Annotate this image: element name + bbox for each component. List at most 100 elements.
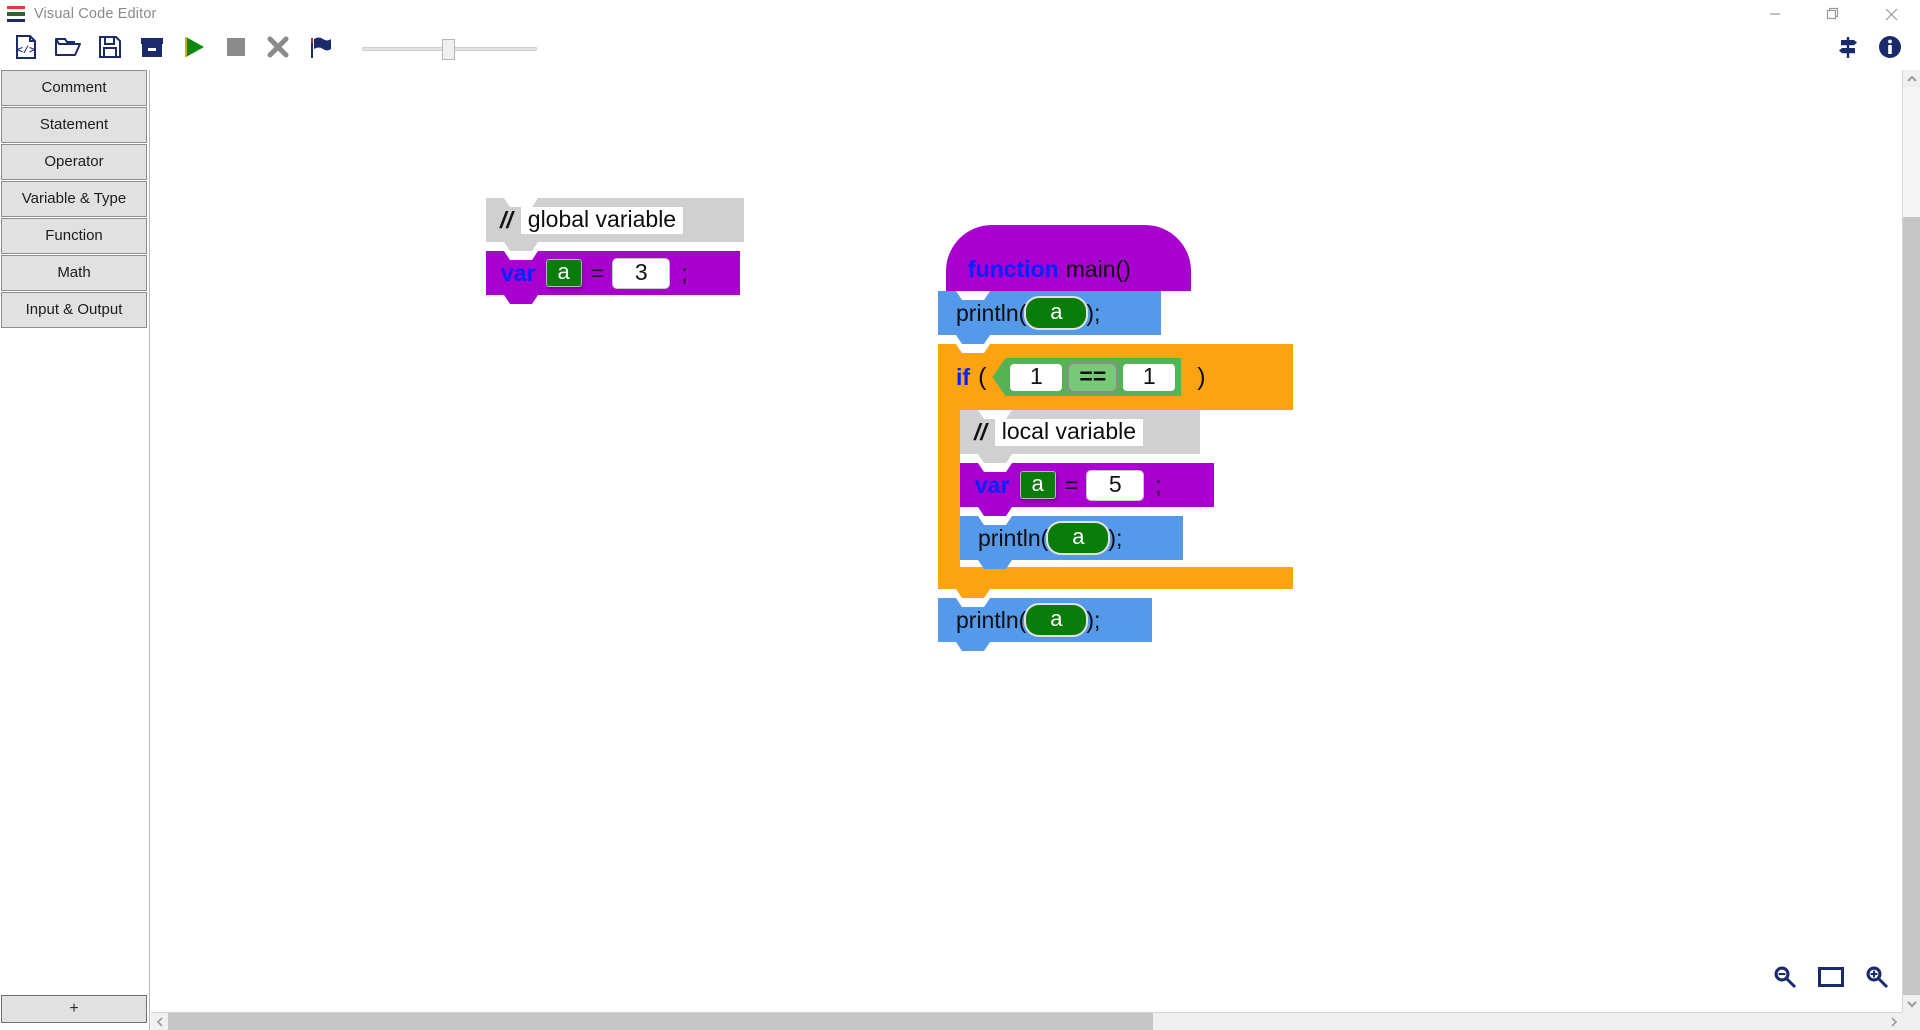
settings-button[interactable] (1828, 29, 1868, 69)
comparison-block[interactable]: 1 == 1 (992, 358, 1182, 396)
horizontal-scrollbar[interactable] (151, 1012, 1902, 1030)
info-button[interactable] (1870, 29, 1910, 69)
println-block-1[interactable]: println( a ); (938, 291, 1161, 344)
println-argument[interactable]: a (1026, 298, 1087, 328)
comment-text-input[interactable]: local variable (994, 418, 1144, 446)
println-suffix: ); (1086, 606, 1101, 633)
open-file-button[interactable] (48, 29, 88, 69)
println-suffix: ); (1108, 524, 1123, 551)
variable-declaration-block-global[interactable]: var a = 3 ; (486, 251, 740, 304)
signpost-settings-icon (1834, 33, 1862, 66)
flag-icon (307, 34, 333, 65)
zoom-controls (1770, 964, 1892, 994)
speed-slider[interactable] (362, 38, 537, 60)
clear-button[interactable] (258, 29, 298, 69)
if-open-paren: ( (978, 362, 987, 391)
scroll-left-button[interactable] (151, 1013, 168, 1030)
if-header[interactable]: if ( 1 == 1 ) (938, 344, 1293, 410)
sidebar-item-comment[interactable]: Comment (1, 70, 147, 106)
flag-button[interactable] (300, 29, 340, 69)
block-canvas[interactable]: // global variable var a = 3 ; function … (151, 70, 1920, 1030)
code-file-icon: </> (13, 34, 39, 65)
comment-text-input[interactable]: global variable (520, 206, 684, 234)
restore-button[interactable] (1804, 0, 1862, 28)
stop-button[interactable] (216, 29, 256, 69)
if-close-paren: ) (1197, 362, 1206, 391)
variable-declaration-block-local[interactable]: var a = 5 ; (960, 463, 1214, 516)
magnifier-minus-icon (1771, 963, 1799, 996)
svg-text:</>: </> (17, 45, 35, 57)
sidebar-item-input-output[interactable]: Input & Output (1, 292, 147, 328)
archive-box-icon (139, 34, 165, 65)
window-title: Visual Code Editor (34, 6, 157, 22)
assign-operator: = (590, 259, 605, 286)
var-value-input[interactable]: 5 (1087, 470, 1144, 500)
main-toolbar: </> (0, 28, 1920, 70)
comparison-left-input[interactable]: 1 (1010, 363, 1063, 391)
if-body-spine (938, 410, 960, 589)
sidebar-item-variable-type[interactable]: Variable & Type (1, 181, 147, 217)
function-name-field[interactable]: main() (1059, 256, 1131, 283)
magnifier-plus-icon (1863, 963, 1891, 996)
block-notch (956, 589, 990, 598)
archive-button[interactable] (132, 29, 172, 69)
info-circle-icon (1877, 34, 1903, 65)
sidebar-item-function[interactable]: Function (1, 218, 147, 254)
var-name-field[interactable]: a (1019, 471, 1056, 499)
println-argument[interactable]: a (1026, 605, 1087, 635)
zoom-in-button[interactable] (1862, 964, 1892, 994)
function-header-block[interactable]: function main() (946, 225, 1191, 300)
block-notch (504, 242, 538, 251)
statement-terminator: ; (681, 259, 688, 286)
comparison-right-input[interactable]: 1 (1123, 363, 1176, 391)
zoom-out-button[interactable] (1770, 964, 1800, 994)
vertical-scroll-thumb[interactable] (1903, 87, 1920, 217)
sidebar-item-operator[interactable]: Operator (1, 144, 147, 180)
var-keyword: var (975, 471, 1010, 498)
block-notch (978, 507, 1012, 516)
new-file-button[interactable]: </> (6, 29, 46, 69)
println-block-2[interactable]: println( a ); (938, 598, 1152, 651)
fit-to-screen-button[interactable] (1816, 964, 1846, 994)
if-footer (938, 567, 1293, 598)
println-prefix: println( (956, 606, 1027, 633)
if-body[interactable]: // local variable var a = 5 ; println(a… (960, 410, 1214, 569)
scroll-right-button[interactable] (1885, 1013, 1902, 1030)
add-category-button[interactable]: + (1, 995, 147, 1023)
slider-thumb[interactable] (442, 39, 455, 60)
var-value-input[interactable]: 3 (613, 258, 670, 288)
assign-operator: = (1064, 471, 1079, 498)
block-notch (956, 642, 990, 651)
println-block-inner[interactable]: println( a ); (960, 516, 1183, 569)
block-notch (504, 295, 538, 304)
println-prefix: println( (978, 524, 1049, 551)
var-name-field[interactable]: a (545, 259, 582, 287)
comment-block-global[interactable]: // global variable (486, 198, 744, 251)
window-title-bar: Visual Code Editor (0, 0, 1920, 28)
function-keyword: function (968, 256, 1059, 282)
close-button[interactable] (1862, 0, 1920, 28)
if-keyword: if (956, 363, 971, 390)
main-function-group[interactable]: function main() println( a ); if (1 == … (938, 225, 1293, 651)
horizontal-scroll-thumb[interactable] (168, 1013, 1153, 1030)
if-block[interactable]: if ( 1 == 1 ) // local variable var a = … (938, 344, 1293, 598)
window-controls (1746, 0, 1920, 28)
println-prefix: println( (956, 299, 1027, 326)
global-variable-group[interactable]: // global variable var a = 3 ; (486, 198, 744, 304)
vertical-scroll-track[interactable] (1903, 217, 1920, 995)
vertical-scrollbar[interactable] (1902, 70, 1920, 1012)
minimize-button[interactable] (1746, 0, 1804, 28)
open-folder-icon (54, 34, 82, 65)
comparison-operator[interactable]: == (1069, 363, 1117, 391)
block-canvas-container[interactable]: // global variable var a = 3 ; function … (151, 70, 1920, 1030)
sidebar-item-statement[interactable]: Statement (1, 107, 147, 143)
comment-block-local[interactable]: // local variable (960, 410, 1200, 463)
scroll-down-button[interactable] (1903, 995, 1920, 1012)
rectangle-fit-icon (1817, 965, 1845, 994)
flag-logo-icon (7, 6, 25, 23)
save-file-button[interactable] (90, 29, 130, 69)
println-argument[interactable]: a (1048, 523, 1109, 553)
run-button[interactable] (174, 29, 214, 69)
sidebar-item-math[interactable]: Math (1, 255, 147, 291)
scroll-up-button[interactable] (1903, 70, 1920, 87)
